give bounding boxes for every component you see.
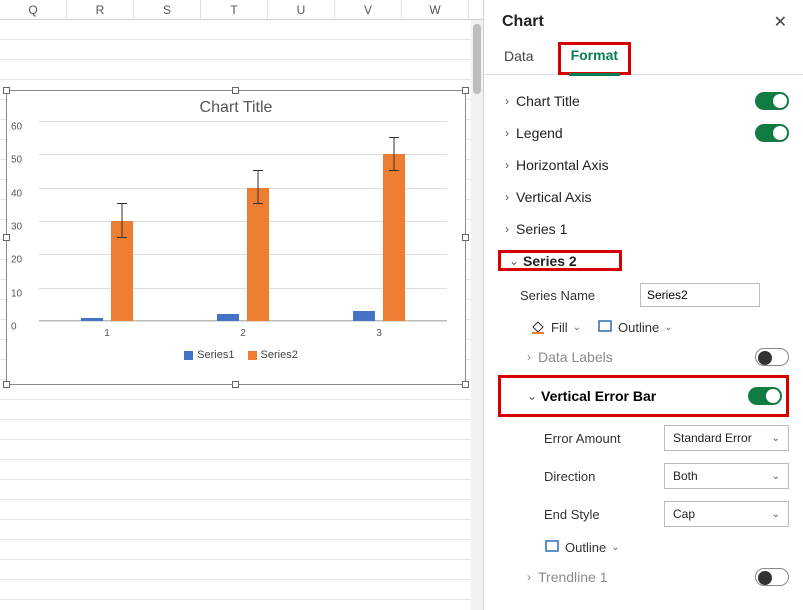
outline-icon — [597, 319, 613, 335]
section-trendline-1[interactable]: › Trendline 1 — [498, 561, 789, 593]
chevron-down-icon: ⌄ — [523, 389, 541, 403]
resize-handle[interactable] — [462, 87, 469, 94]
chevron-right-icon: › — [498, 94, 516, 108]
resize-handle[interactable] — [3, 381, 10, 388]
col-header[interactable]: V — [335, 0, 402, 19]
section-vertical-error-bar[interactable]: ⌄ Vertical Error Bar — [501, 380, 782, 412]
chevron-down-icon: ⌄ — [505, 254, 523, 268]
error-amount-dropdown[interactable]: Standard Error ⌄ — [664, 425, 789, 451]
chart-format-panel: Chart ✕ Data Format › Chart Title › Lege… — [483, 0, 803, 610]
section-label: Vertical Axis — [516, 189, 789, 205]
section-label: Data Labels — [538, 349, 755, 365]
plot-area[interactable]: 0102030405060123 — [39, 121, 447, 321]
outline-button[interactable]: Outline ⌄ — [597, 319, 673, 335]
resize-handle[interactable] — [232, 381, 239, 388]
toggle-trendline[interactable] — [755, 568, 789, 586]
panel-title: Chart — [502, 13, 544, 31]
resize-handle[interactable] — [3, 234, 10, 241]
section-label: Series 1 — [516, 221, 789, 237]
close-icon[interactable]: ✕ — [774, 12, 787, 32]
section-data-labels[interactable]: › Data Labels — [498, 341, 789, 373]
section-series-1[interactable]: › Series 1 — [498, 213, 789, 245]
chevron-right-icon: › — [498, 190, 516, 204]
chevron-right-icon: › — [498, 158, 516, 172]
section-label: Series 2 — [523, 253, 615, 269]
section-series-2[interactable]: ⌄ Series 2 — [505, 245, 615, 277]
chevron-down-icon: ⌄ — [664, 322, 672, 333]
toggle-vertical-error-bar[interactable] — [748, 387, 782, 405]
chart-title[interactable]: Chart Title — [7, 91, 465, 121]
section-legend[interactable]: › Legend — [498, 117, 789, 149]
fill-button[interactable]: Fill ⌄ — [530, 319, 581, 335]
section-chart-title[interactable]: › Chart Title — [498, 85, 789, 117]
legend-swatch — [248, 351, 257, 360]
col-header[interactable]: R — [67, 0, 134, 19]
direction-label: Direction — [544, 469, 664, 484]
scrollbar-thumb[interactable] — [473, 24, 481, 94]
chevron-down-icon: ⌄ — [772, 433, 780, 444]
error-bar-outline-button[interactable]: Outline ⌄ — [544, 539, 620, 555]
section-vertical-axis[interactable]: › Vertical Axis — [498, 181, 789, 213]
chevron-down-icon: ⌄ — [772, 509, 780, 520]
legend-label: Series2 — [261, 349, 298, 361]
chevron-right-icon: › — [520, 350, 538, 364]
toggle-legend[interactable] — [755, 124, 789, 142]
section-label: Legend — [516, 125, 755, 141]
toggle-chart-title[interactable] — [755, 92, 789, 110]
resize-handle[interactable] — [232, 87, 239, 94]
dropdown-value: Standard Error — [673, 431, 752, 445]
end-style-label: End Style — [544, 507, 664, 522]
chevron-right-icon: › — [498, 126, 516, 140]
chart-legend[interactable]: Series1 Series2 — [7, 321, 465, 361]
col-header[interactable]: S — [134, 0, 201, 19]
section-label: Horizontal Axis — [516, 157, 789, 173]
series-name-label: Series Name — [520, 288, 640, 303]
spreadsheet-area: Q R S T U V W Chart Title — [0, 0, 483, 610]
outline-label: Outline — [618, 320, 659, 335]
end-style-dropdown[interactable]: Cap ⌄ — [664, 501, 789, 527]
resize-handle[interactable] — [462, 234, 469, 241]
outline-label: Outline — [565, 540, 606, 555]
col-header[interactable]: W — [402, 0, 469, 19]
tab-data[interactable]: Data — [502, 42, 536, 74]
direction-dropdown[interactable]: Both ⌄ — [664, 463, 789, 489]
section-label: Chart Title — [516, 93, 755, 109]
col-header[interactable]: U — [268, 0, 335, 19]
error-amount-label: Error Amount — [544, 431, 664, 446]
chevron-right-icon: › — [498, 222, 516, 236]
dropdown-value: Both — [673, 469, 698, 483]
resize-handle[interactable] — [462, 381, 469, 388]
section-horizontal-axis[interactable]: › Horizontal Axis — [498, 149, 789, 181]
legend-label: Series1 — [197, 349, 234, 361]
legend-swatch — [184, 351, 193, 360]
chevron-down-icon: ⌄ — [611, 542, 619, 553]
tab-format[interactable]: Format — [569, 41, 620, 76]
chevron-right-icon: › — [520, 570, 538, 584]
col-header[interactable]: Q — [0, 0, 67, 19]
resize-handle[interactable] — [3, 87, 10, 94]
sheet-scrollbar[interactable] — [471, 20, 483, 610]
toggle-data-labels[interactable] — [755, 348, 789, 366]
dropdown-value: Cap — [673, 507, 695, 521]
section-label: Vertical Error Bar — [541, 388, 748, 404]
chevron-down-icon: ⌄ — [772, 471, 780, 482]
fill-icon — [530, 319, 546, 335]
fill-label: Fill — [551, 320, 568, 335]
col-header[interactable]: T — [201, 0, 268, 19]
chevron-down-icon: ⌄ — [573, 322, 581, 333]
outline-icon — [544, 539, 560, 555]
section-label: Trendline 1 — [538, 569, 755, 585]
series-name-input[interactable] — [640, 283, 760, 307]
embedded-chart[interactable]: Chart Title 0102030405060123 Series1 Ser… — [6, 90, 466, 385]
column-headers: Q R S T U V W — [0, 0, 483, 20]
